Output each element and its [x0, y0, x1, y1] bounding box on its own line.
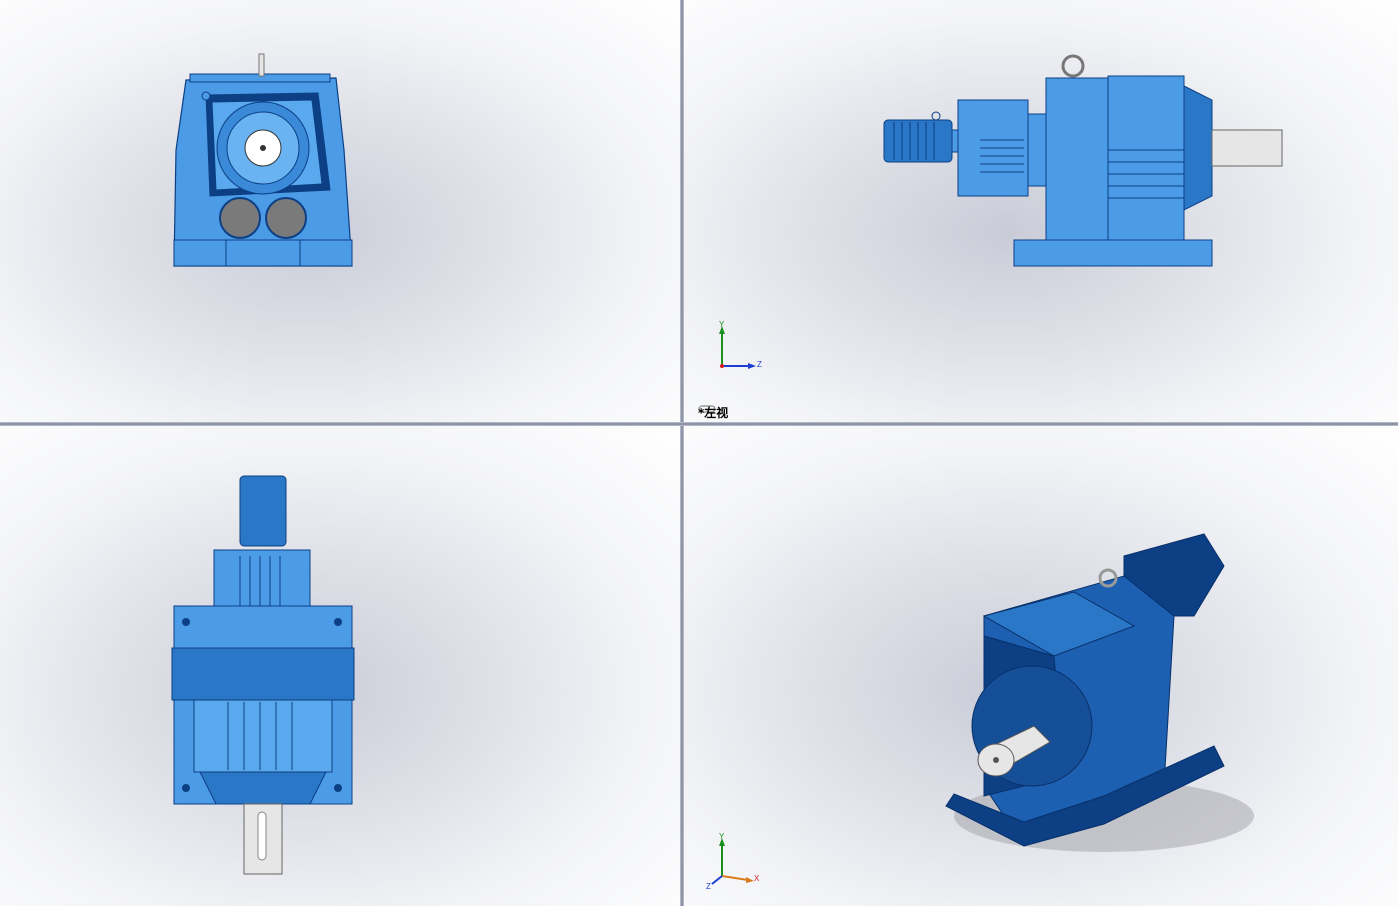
- top-view-model: [171, 475, 355, 875]
- triad-y-label: Y: [719, 320, 725, 329]
- viewport-top[interactable]: [0, 426, 680, 906]
- viewport-front[interactable]: [0, 0, 680, 422]
- view-label-left: *左视: [698, 404, 728, 422]
- triad-y-label: Y: [719, 832, 725, 841]
- triad-iso-view: Y X Z: [704, 832, 764, 892]
- viewport-isometric[interactable]: Y X Z: [684, 426, 1398, 906]
- vertical-splitter[interactable]: [680, 0, 684, 906]
- triad-z-label: Z: [706, 882, 711, 891]
- view-name: *左视: [698, 406, 729, 420]
- triad-left-view: Y Z: [714, 320, 764, 372]
- isometric-view-model: [945, 533, 1254, 852]
- triad-z-label: Z: [757, 360, 762, 369]
- triad-x-label: X: [754, 874, 760, 883]
- horizontal-splitter[interactable]: [0, 422, 1398, 426]
- viewport-left[interactable]: Y Z *左视: [684, 0, 1398, 422]
- front-view-model: [173, 53, 353, 267]
- left-view-model: [883, 54, 1283, 267]
